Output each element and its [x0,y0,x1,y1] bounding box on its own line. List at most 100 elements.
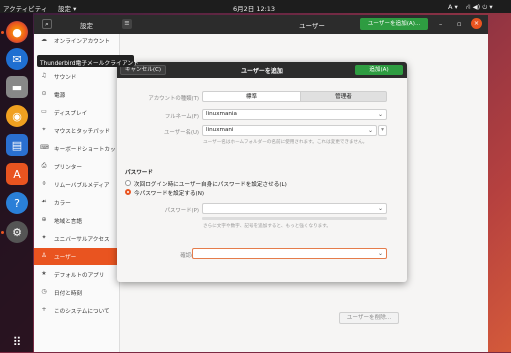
sidebar-item[interactable]: ☁ オンラインアカウント [34,32,120,49]
account-type-standard[interactable]: 標準 [202,91,301,102]
sidebar-item[interactable]: ⌽ リムーバブルメディア [34,176,120,193]
sidebar-item-label: ディスプレイ [54,111,88,117]
sidebar-item[interactable]: ☙ カラー [34,194,120,211]
dock-tooltip: Thunderbird電子メールクライアント [37,55,139,67]
sidebar-item-label: 電源 [54,93,66,99]
sidebar-item-icon: ⊕ [41,216,47,223]
sidebar-item-icon: ◷ [41,288,47,295]
input-source-menu[interactable]: A ▾ [448,3,458,11]
sidebar-item-icon: ▭ [41,108,47,115]
password-strength-bar [202,217,387,220]
activities-button[interactable]: アクティビティ [3,3,47,13]
account-type-admin[interactable]: 管理者 [300,91,387,102]
username-options-button[interactable]: ▾ [378,125,387,136]
maximize-button[interactable]: ▫ [457,20,461,28]
sidebar-item-label: このシステムについて [54,309,110,315]
sidebar-item-label: カラー [54,201,71,207]
password-label: パスワード(P) [164,208,199,214]
chevron-down-icon[interactable]: ⌄ [368,126,373,135]
sidebar-item[interactable]: ⎙ プリンター [34,158,120,175]
search-icon[interactable]: ⌕ [42,19,52,29]
add-button[interactable]: 追加(A) [355,65,403,75]
chevron-down-icon[interactable]: ⌄ [378,110,383,119]
sidebar-item-label: プリンター [54,165,82,171]
radio-set-now[interactable] [125,189,131,195]
software-icon[interactable]: A [6,163,28,185]
files-icon[interactable]: ▬ [6,76,28,98]
dock: ● ✉ ▬ ◉ ▤ A ? ⚙ ⠿ [0,13,33,352]
chevron-down-icon[interactable]: ⌄ [378,249,383,258]
page-title: ユーザー [299,22,325,30]
sidebar-item-icon: ♙ [41,252,47,259]
thunderbird-icon[interactable]: ✉ [6,48,28,70]
sidebar-item-icon: ⌽ [42,180,46,187]
sidebar-item-icon: ☙ [41,198,47,205]
username-hint: ユーザー名はホームフォルダーの名前に使用されます。これは変更できません。 [203,140,368,145]
hamburger-menu-icon[interactable]: ≡ [122,19,132,29]
sidebar-item-icon: + [41,306,47,313]
chevron-down-icon[interactable]: ⌄ [378,204,383,213]
sidebar-item-label: マウスとタッチパッド [54,129,110,135]
sidebar-item-icon: ☁ [41,36,47,43]
writer-icon[interactable]: ▤ [6,134,28,156]
radio-next-login-label[interactable]: 次回ログイン時にユーザー自身にパスワードを設定させる(L) [134,180,287,188]
sidebar-item[interactable]: ★ デフォルトのアプリ [34,266,120,283]
sidebar-item-icon: ★ [41,270,47,277]
password-hint: さらに文字や数字、記号を追加すると、もっと強くなります。 [203,224,331,229]
sidebar-item[interactable]: ✦ ユニバーサルアクセス [34,230,120,247]
password-section-title: パスワード [125,170,153,176]
sidebar-item[interactable]: ♫ サウンド [34,68,120,85]
sidebar-item-icon: ⎙ [41,162,47,169]
add-user-dialog: キャンセル(C) ユーザーを追加 追加(A) アカウントの種類(T) 標準 管理… [117,62,407,282]
confirm-field[interactable]: ⌄ [192,248,387,259]
sidebar-item-label: ユニバーサルアクセス [54,237,110,243]
app-menu[interactable]: 設定 ▾ [58,3,76,13]
radio-set-now-label[interactable]: 今パスワードを設定する(N) [134,189,204,197]
fullname-field[interactable]: linuxmania ⌄ [202,109,387,120]
username-value: linuxmani [206,127,234,133]
sidebar-item-label: 日付と時刻 [54,291,82,297]
sidebar-item-label: デフォルトのアプリ [54,273,105,279]
minimize-button[interactable]: – [439,20,442,28]
sidebar-item-label: オンラインアカウント [54,39,110,45]
add-user-button[interactable]: ユーザーを追加(A)... [360,18,428,30]
account-type-label: アカウントの種類(T) [148,96,199,102]
sidebar-item-label: リムーバブルメディア [54,183,110,189]
fullname-value: linuxmania [206,111,237,117]
username-field[interactable]: linuxmani ⌄ [202,125,377,136]
sidebar-item-icon: ⌨ [40,144,49,151]
running-indicator [1,31,4,34]
settings-icon[interactable]: ⚙ [6,221,28,243]
rhythmbox-icon[interactable]: ◉ [6,105,28,127]
sidebar-item[interactable]: ⌨ キーボードショートカット [34,140,120,157]
clock[interactable]: 6月2日 12:13 [233,3,275,13]
close-button[interactable]: × [471,18,482,29]
sidebar-item[interactable]: ▭ ディスプレイ [34,104,120,121]
sidebar-item-label: キーボードショートカット [54,147,120,153]
firefox-icon[interactable]: ● [6,21,28,43]
sidebar-item-icon: ⌖ [42,126,46,133]
system-status-menu[interactable]: ⛙ ◀) ⏻ ▾ [466,3,493,12]
running-indicator [1,231,4,234]
help-icon[interactable]: ? [6,192,28,214]
sidebar-item[interactable]: ⌖ マウスとタッチパッド [34,122,120,139]
sidebar-item-icon: ✦ [41,234,47,241]
username-label: ユーザー名(U) [164,130,199,136]
show-applications-icon[interactable]: ⠿ [6,331,28,353]
password-field[interactable]: ⌄ [202,203,387,214]
sidebar-item-icon: ⊙ [41,90,47,97]
sidebar-item[interactable]: ♙ ユーザー [34,248,120,265]
sidebar-item-label: サウンド [54,75,77,81]
sidebar-item[interactable]: + このシステムについて [34,302,120,319]
sidebar-item[interactable]: ⊕ 地域と言語 [34,212,120,229]
radio-next-login[interactable] [125,180,131,186]
sidebar-item-icon: ♫ [41,72,47,79]
fullname-label: フルネーム(F) [164,114,199,120]
sidebar-item-label: ユーザー [54,255,77,261]
settings-title: 設定 [80,22,93,30]
sidebar-item[interactable]: ⊙ 電源 [34,86,120,103]
remove-user-button[interactable]: ユーザーを削除... [339,312,399,324]
sidebar-item-label: 地域と言語 [54,219,82,225]
dialog-headerbar: キャンセル(C) ユーザーを追加 追加(A) [117,62,407,78]
sidebar-item[interactable]: ◷ 日付と時刻 [34,284,120,301]
